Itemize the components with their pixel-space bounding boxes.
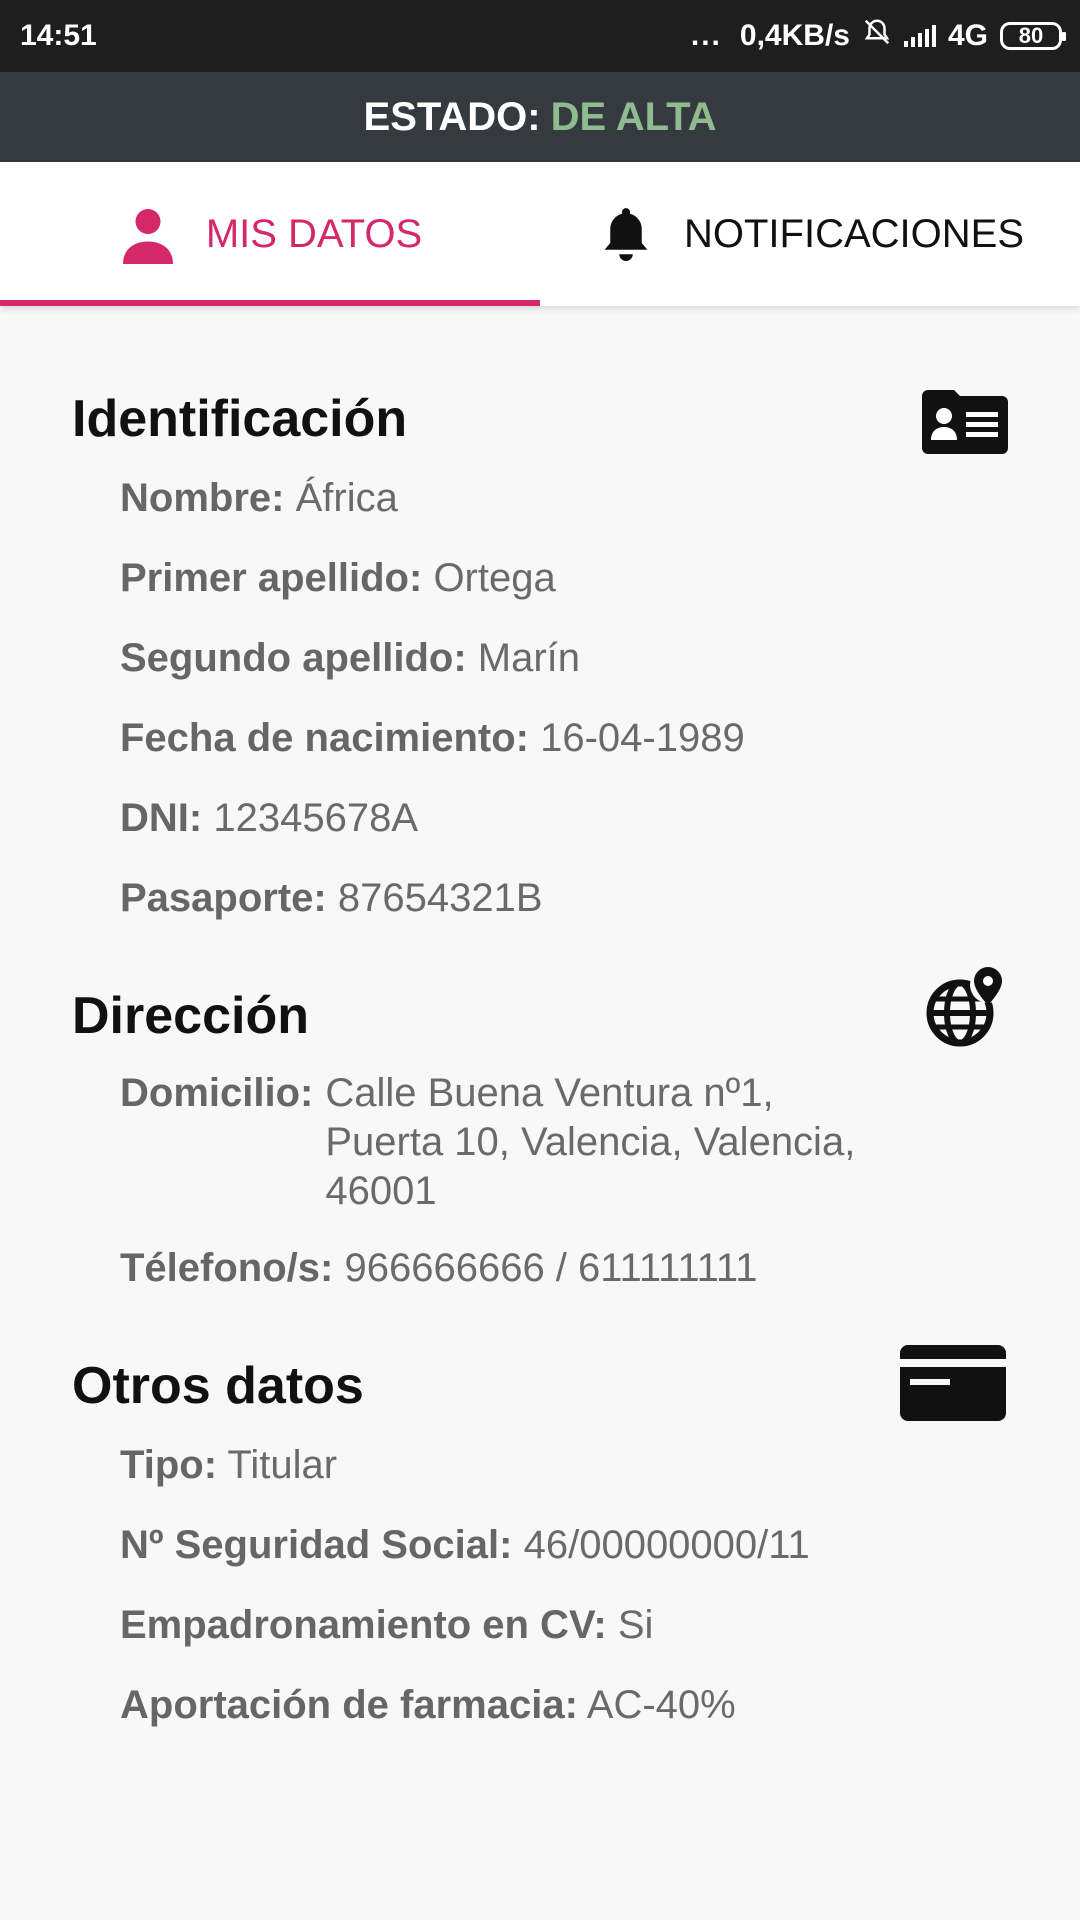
field-pasaporte: Pasaporte: 87654321B	[0, 876, 1080, 921]
field-label: Nº Seguridad Social:	[120, 1523, 513, 1567]
mis-datos-panel: Identificación Nombre: África Primer ape…	[0, 306, 1080, 1728]
field-value: 46/00000000/11	[523, 1523, 810, 1567]
network-speed: 0,4KB/s	[739, 19, 850, 52]
field-value: 12345678A	[213, 796, 418, 840]
field-label: Aportación de farmacia:	[120, 1683, 578, 1727]
section-direccion: Dirección	[0, 967, 1080, 1047]
field-label: Segundo apellido:	[120, 636, 467, 680]
field-value: Titular	[227, 1443, 338, 1487]
field-value: Si	[617, 1603, 654, 1647]
id-card-icon	[922, 384, 1008, 461]
field-aportacion-farmacia: Aportación de farmacia: AC-40%	[0, 1683, 1080, 1728]
field-dni: DNI: 12345678A	[0, 796, 1080, 841]
battery-level: 80	[1018, 23, 1044, 48]
field-label: Télefono/s:	[120, 1246, 334, 1290]
field-label: Empadronamiento en CV:	[120, 1603, 607, 1647]
bell-icon	[596, 204, 656, 264]
field-value: AC-40%	[586, 1683, 736, 1727]
field-label: Primer apellido:	[120, 556, 423, 600]
tab-notificaciones-label: NOTIFICACIONES	[683, 211, 1025, 256]
status-bar: 14:51 ... 0,4KB/s 4G 80	[0, 0, 1080, 72]
globe-pin-icon	[924, 965, 1008, 1054]
field-value: África	[295, 476, 398, 520]
network-type: 4G	[947, 19, 988, 52]
credit-card-icon	[898, 1343, 1008, 1428]
field-label: Domicilio:	[120, 1071, 314, 1115]
person-icon	[118, 204, 178, 264]
field-primer-apellido: Primer apellido: Ortega	[0, 556, 1080, 601]
field-label: Nombre:	[120, 476, 285, 520]
status-time: 14:51	[20, 19, 97, 52]
field-label: Pasaporte:	[120, 876, 327, 920]
field-value: Calle Buena Ventura nº1, Puerta 10, Vale…	[325, 1071, 856, 1213]
estado-value: DE ALTA	[550, 94, 717, 139]
field-value: 966666666 / 611111111	[344, 1246, 758, 1290]
field-value: Ortega	[433, 556, 556, 600]
section-otros-datos: Otros datos	[0, 1345, 1080, 1421]
field-tipo: Tipo: Titular	[0, 1443, 1080, 1488]
field-value: 16-04-1989	[540, 716, 745, 760]
tab-mis-datos-label: MIS DATOS	[205, 211, 423, 256]
estado-label: ESTADO:	[363, 94, 541, 139]
tab-notificaciones[interactable]: NOTIFICACIONES	[540, 162, 1080, 306]
field-seguridad-social: Nº Seguridad Social: 46/00000000/11	[0, 1523, 1080, 1568]
battery-icon: 80	[1000, 22, 1066, 50]
field-domicilio: Domicilio: Calle Buena Ventura nº1, Puert…	[0, 1069, 1080, 1216]
tab-mis-datos[interactable]: MIS DATOS	[0, 162, 540, 306]
more-dots: ...	[690, 19, 722, 52]
section-identificacion: Identificación	[0, 388, 1080, 454]
signal-icon	[903, 25, 936, 47]
field-value: Marín	[477, 636, 581, 680]
field-label: Tipo:	[120, 1443, 218, 1487]
field-label: Fecha de nacimiento:	[120, 716, 529, 760]
field-nombre: Nombre: África	[0, 476, 1080, 521]
field-empadronamiento: Empadronamiento en CV: Si	[0, 1603, 1080, 1648]
mute-bell-icon	[862, 16, 892, 56]
field-telefono: Télefono/s: 966666666 / 611111111	[0, 1246, 1080, 1291]
field-value: 87654321B	[337, 876, 543, 920]
field-label: DNI:	[120, 796, 203, 840]
field-segundo-apellido: Segundo apellido: Marín	[0, 636, 1080, 681]
estado-bar: ESTADO: DE ALTA	[0, 72, 1080, 162]
status-indicators: ... 0,4KB/s 4G 80	[690, 16, 1066, 56]
field-fecha-nacimiento: Fecha de nacimiento: 16-04-1989	[0, 716, 1080, 761]
tab-bar: MIS DATOS NOTIFICACIONES	[0, 162, 1080, 306]
